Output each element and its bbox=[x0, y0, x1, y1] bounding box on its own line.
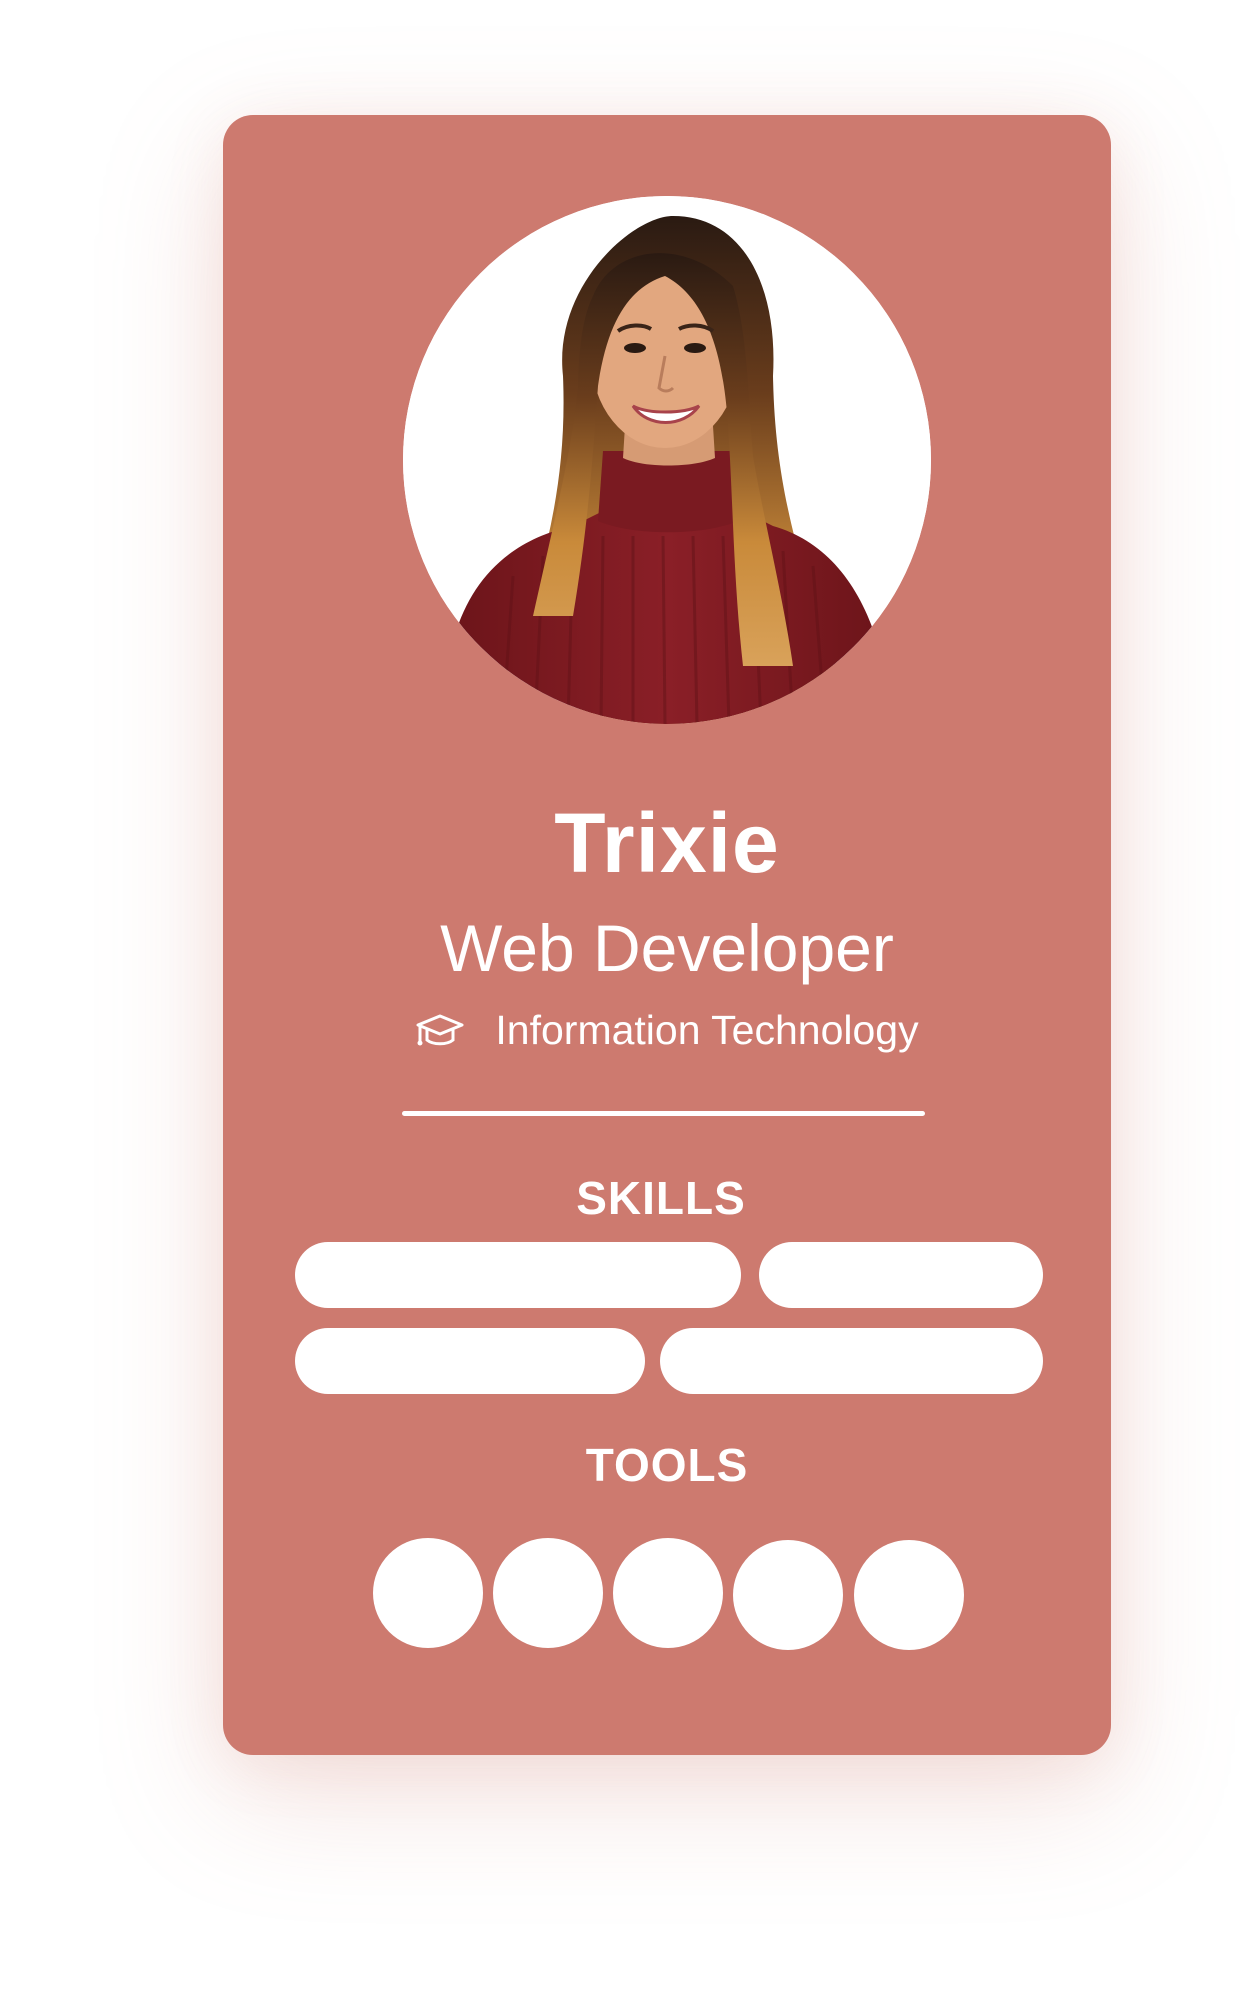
skill-pill bbox=[295, 1242, 741, 1308]
profile-name: Trixie bbox=[554, 796, 780, 890]
profile-role: Web Developer bbox=[440, 911, 894, 985]
tools-heading: TOOLS bbox=[585, 1439, 749, 1491]
skill-pill bbox=[759, 1242, 1043, 1308]
department-label: Information Technology bbox=[495, 1007, 919, 1053]
tool-icon bbox=[854, 1540, 964, 1650]
section-divider bbox=[402, 1111, 925, 1116]
skill-pill bbox=[295, 1328, 645, 1394]
tool-icon bbox=[493, 1538, 603, 1648]
skill-pill bbox=[660, 1328, 1043, 1394]
profile-photo bbox=[403, 196, 931, 724]
tool-icon bbox=[613, 1538, 723, 1648]
tool-icon bbox=[373, 1538, 483, 1648]
profile-department: Information Technology bbox=[223, 1005, 1111, 1055]
profile-card: Trixie Web Developer Information Technol… bbox=[223, 115, 1111, 1755]
tool-icon bbox=[733, 1540, 843, 1650]
profile-avatar bbox=[403, 196, 931, 724]
graduation-cap-icon bbox=[415, 1010, 465, 1050]
skills-heading: SKILLS bbox=[576, 1172, 746, 1224]
